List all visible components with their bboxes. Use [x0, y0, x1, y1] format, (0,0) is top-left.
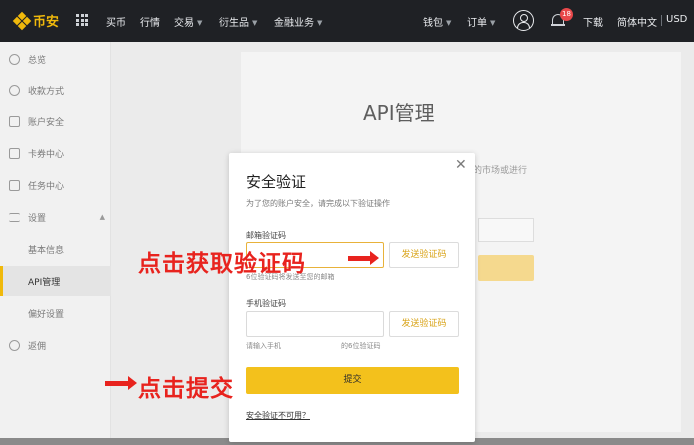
download-link[interactable]: 下载 [583, 14, 603, 29]
sidebar-item-basic-info[interactable]: 基本信息 [0, 234, 111, 264]
phone-code-hint-a: 请输入手机 [246, 342, 281, 350]
ticket-icon [9, 147, 20, 159]
nav-finance[interactable]: 金融业务 ▼ [274, 14, 322, 29]
chevron-down-icon: ▼ [490, 19, 496, 27]
sidebar-item-security[interactable]: 账户安全 [0, 106, 111, 136]
sidebar-item-label: 返佣 [28, 341, 47, 352]
sliders-icon [9, 212, 20, 222]
sidebar-item-label: 账户安全 [28, 117, 65, 128]
language-selector[interactable]: 简体中文 [617, 14, 657, 29]
sidebar-item-overview[interactable]: 总览 [0, 44, 111, 74]
background-input [478, 218, 534, 242]
sidebar-item-label: API管理 [28, 277, 61, 288]
chevron-down-icon: ▼ [252, 19, 258, 27]
annotation-submit: 点击提交 [138, 376, 234, 402]
sidebar-item-label: 总览 [28, 55, 47, 66]
email-code-label: 邮箱验证码 [246, 231, 286, 240]
sidebar-item-label: 任务中心 [28, 181, 65, 192]
nav-wallet-label: 钱包 [423, 18, 443, 29]
chevron-up-icon: ▲ [99, 213, 105, 221]
arrow-right-icon [348, 251, 379, 265]
nav-derivatives-label: 衍生品 [219, 18, 249, 29]
nav-derivatives[interactable]: 衍生品 ▼ [219, 14, 257, 29]
phone-code-label: 手机验证码 [246, 299, 286, 308]
background-button [478, 255, 534, 281]
nav-finance-label: 金融业务 [274, 18, 314, 29]
notification-badge: 18 [560, 8, 573, 21]
sidebar-item-settings[interactable]: 设置 ▲ [0, 202, 111, 232]
submit-button[interactable]: 提交 [246, 367, 459, 394]
sidebar-item-payment[interactable]: 收款方式 [0, 75, 111, 105]
dollar-icon [9, 84, 20, 96]
page-title: API管理 [363, 101, 435, 125]
logo-text: 币安 [33, 15, 60, 30]
nav-trade-label: 交易 [174, 18, 194, 29]
add-user-icon [9, 339, 20, 351]
sidebar-item-preferences[interactable]: 偏好设置 [0, 298, 111, 328]
chevron-down-icon: ▼ [197, 19, 203, 27]
email-send-code-button[interactable]: 发送验证码 [389, 242, 459, 268]
top-navbar: 币安 买币 行情 交易 ▼ 衍生品 ▼ 金融业务 ▼ 钱包 ▼ 订单 ▼ 18 下载 简体… [0, 0, 694, 42]
nav-orders-label: 订单 [467, 18, 487, 29]
shield-icon [9, 115, 20, 127]
background-description: 的市场或进行 [473, 166, 528, 176]
user-avatar-icon[interactable] [513, 10, 534, 31]
divider [661, 15, 662, 26]
sidebar-item-label: 偏好设置 [28, 309, 65, 320]
person-icon [9, 53, 20, 65]
nav-orders[interactable]: 订单 ▼ [467, 14, 495, 29]
sidebar-item-label: 卡券中心 [28, 149, 65, 160]
binance-logo-icon [12, 11, 32, 30]
annotation-get-code: 点击获取验证码 [138, 251, 306, 277]
sidebar-item-label: 基本信息 [28, 245, 65, 256]
nav-markets[interactable]: 行情 [140, 14, 160, 29]
sidebar-item-coupons[interactable]: 卡券中心 [0, 138, 111, 168]
sidebar-item-label: 设置 [28, 213, 47, 224]
sidebar: 总览 收款方式 账户安全 卡券中心 任务中心 设置 ▲ 基本信息 API管理 偏… [0, 42, 111, 445]
chevron-down-icon: ▼ [317, 19, 323, 27]
apps-grid-icon[interactable] [76, 14, 88, 26]
phone-code-hint-b: 的6位验证码 [341, 342, 381, 350]
sidebar-item-api-management[interactable]: API管理 [0, 266, 111, 296]
clipboard-icon [9, 179, 20, 191]
sidebar-item-label: 收款方式 [28, 86, 65, 97]
currency-selector[interactable]: USD [666, 14, 687, 25]
nav-buy-crypto[interactable]: 买币 [106, 14, 126, 29]
phone-code-input[interactable] [246, 311, 384, 337]
sidebar-item-referral[interactable]: 返佣 [0, 330, 111, 360]
binance-logo[interactable]: 币安 [12, 11, 60, 30]
phone-send-code-button[interactable]: 发送验证码 [389, 311, 459, 337]
chevron-down-icon: ▼ [446, 19, 452, 27]
close-icon[interactable]: ✕ [455, 157, 467, 173]
sidebar-item-tasks[interactable]: 任务中心 [0, 170, 111, 200]
verification-unavailable-link[interactable]: 安全验证不可用？ [246, 410, 310, 421]
nav-wallet[interactable]: 钱包 ▼ [423, 14, 451, 29]
modal-title: 安全验证 [246, 173, 307, 191]
nav-trade[interactable]: 交易 ▼ [174, 14, 202, 29]
modal-subtitle: 为了您的账户安全，请完成以下验证操作 [246, 199, 390, 208]
arrow-right-icon [105, 376, 137, 390]
